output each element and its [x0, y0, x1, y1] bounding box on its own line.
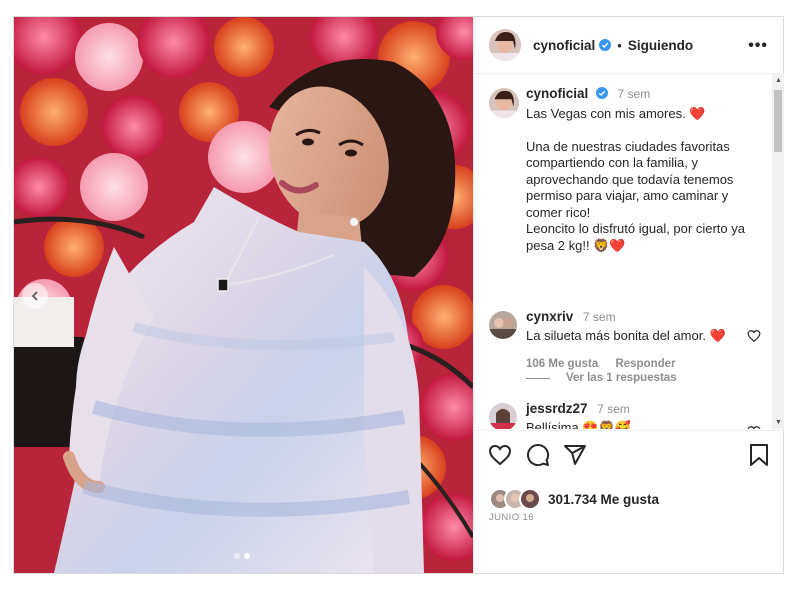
likes-count[interactable]: 301.734 Me gusta — [548, 492, 659, 507]
verified-icon — [599, 39, 612, 51]
heart-icon[interactable] — [488, 443, 512, 467]
more-icon[interactable]: ••• — [748, 37, 768, 55]
previous-photo-button[interactable] — [22, 283, 48, 309]
verified-icon — [595, 87, 608, 99]
post-header: cynoficial • Siguiendo ••• — [474, 17, 784, 74]
carousel-indicator — [234, 553, 250, 559]
heart-icon[interactable] — [747, 329, 761, 343]
caption-author[interactable]: cynoficial — [526, 86, 588, 101]
following-button[interactable]: Siguiendo — [628, 38, 693, 53]
likes-row: 301.734 Me gusta — [489, 488, 659, 510]
author-username[interactable]: cynoficial — [533, 38, 595, 53]
scroll-up-icon[interactable]: ▲ — [775, 77, 782, 84]
photo-image — [14, 17, 473, 573]
comment-time[interactable]: 7 sem — [583, 310, 616, 324]
view-replies-button[interactable]: Ver las 1 respuestas — [526, 372, 677, 384]
caption-time[interactable]: 7 sem — [618, 87, 651, 101]
view-replies-label: Ver las 1 respuestas — [566, 372, 677, 384]
reply-button[interactable]: Responder — [615, 358, 675, 370]
scrollbar-thumb[interactable] — [774, 90, 782, 152]
caption-text: Las Vegas con mis amores. ❤️ Una de nues… — [526, 106, 760, 254]
comment-text: Bellísima 😍🦁🥰 — [526, 420, 631, 429]
comment-author[interactable]: cynxriv — [526, 309, 573, 324]
comment-header: cynxriv 7 sem — [526, 309, 616, 324]
comments-list[interactable]: cynoficial 7 sem Las Vegas con mis amore… — [474, 74, 770, 429]
comment-header: jessrdz27 7 sem — [526, 401, 630, 416]
caption-header: cynoficial 7 sem — [526, 86, 650, 101]
carousel-dot — [234, 553, 240, 559]
share-icon[interactable] — [563, 443, 587, 467]
author-avatar[interactable] — [489, 29, 521, 61]
comment-meta: 106 Me gusta Responder — [526, 358, 690, 370]
bookmark-icon[interactable] — [748, 443, 770, 467]
comment-icon[interactable] — [526, 443, 550, 467]
comment-text: La silueta más bonita del amor. ❤️ — [526, 328, 726, 343]
replies-line — [526, 377, 550, 379]
post-actions: 301.734 Me gusta JUNIO 16 — [474, 430, 784, 574]
post-side-panel: cynoficial • Siguiendo ••• cynoficial 7 … — [473, 17, 784, 573]
comments-scrollbar[interactable]: ▲ ▼ — [772, 74, 784, 429]
caption-body: Una de nuestras ciudades favoritas compa… — [526, 138, 734, 220]
chevron-left-icon — [31, 291, 38, 301]
instagram-post: cynoficial • Siguiendo ••• cynoficial 7 … — [13, 16, 784, 574]
comment-likes[interactable]: 106 Me gusta — [526, 358, 598, 370]
post-date[interactable]: JUNIO 16 — [489, 512, 534, 523]
comment-author[interactable]: jessrdz27 — [526, 401, 588, 416]
separator-dot: • — [617, 37, 622, 53]
caption-avatar[interactable] — [489, 88, 519, 118]
heart-icon[interactable] — [747, 425, 761, 429]
carousel-dot-active — [244, 553, 250, 559]
comment-time[interactable]: 7 sem — [597, 402, 630, 416]
commenter-avatar[interactable] — [489, 311, 517, 339]
caption-body2: Leoncito lo disfrutó igual, por cierto y… — [526, 221, 745, 253]
post-photo[interactable] — [14, 17, 473, 573]
caption-line1: Las Vegas con mis amores. ❤️ — [526, 106, 706, 121]
commenter-avatar[interactable] — [489, 403, 517, 429]
liker-avatar — [519, 488, 541, 510]
scroll-down-icon[interactable]: ▼ — [775, 419, 782, 426]
